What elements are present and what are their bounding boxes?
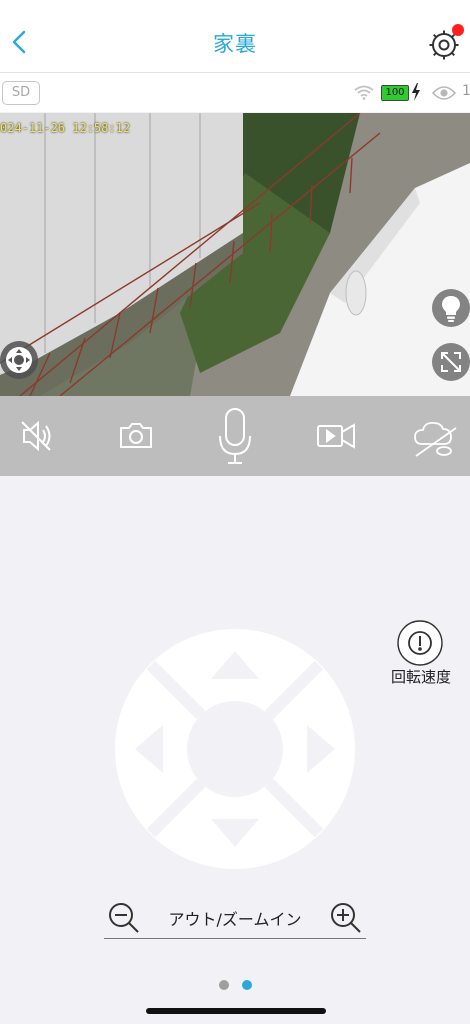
camera-scene-image [0,113,470,396]
wifi-icon [354,85,374,100]
cloud-icon [414,421,457,457]
zoom-control: アウト/ズームイン [104,896,366,939]
ptz-control-icon [6,347,32,373]
snapshot-button[interactable] [114,396,158,476]
home-indicator [146,1008,326,1014]
page-indicator [0,980,470,992]
fullscreen-icon [441,352,461,372]
microphone-icon [219,408,251,464]
camera-status-bar: SD 100 1 [0,73,470,112]
camera-toolbar [0,396,470,476]
notification-dot [452,24,464,36]
ptz-direction-pad [115,629,355,869]
zoom-label: アウト/ズームイン [168,910,302,929]
viewer-count: 1 [462,83,470,99]
battery-indicator: 100 [381,85,409,101]
cloud-button[interactable] [412,396,460,476]
eye-icon [432,86,456,100]
charging-icon [412,83,420,101]
video-timestamp: 024-11-26 12:58:12 [0,121,131,135]
app-header: 家裏 [0,0,470,73]
sd-card-badge[interactable]: SD [2,81,40,105]
mute-icon [21,420,51,452]
mute-button[interactable] [14,396,58,476]
page-dot-2[interactable] [242,980,252,990]
snapshot-icon [120,423,152,448]
settings-button[interactable] [424,24,464,64]
light-button[interactable] [432,289,470,327]
page-title: 家裏 [213,32,257,56]
speedometer-icon [397,620,443,666]
zoom-in-button[interactable] [330,902,362,934]
page-dot-1[interactable] [219,980,229,990]
record-button[interactable] [314,396,358,476]
zoom-out-button[interactable] [108,902,140,934]
record-icon [317,423,355,449]
rotation-speed-button[interactable] [397,620,443,666]
zoom-out-icon [109,903,139,933]
live-video-feed[interactable]: 024-11-26 12:58:12 [0,113,470,396]
ptz-toggle-button[interactable] [0,341,38,379]
fullscreen-button[interactable] [432,343,470,381]
light-bulb-icon [442,296,460,322]
rotation-speed-label: 回転速度 [390,668,451,686]
zoom-in-icon [331,903,361,933]
talk-button[interactable] [212,396,258,476]
